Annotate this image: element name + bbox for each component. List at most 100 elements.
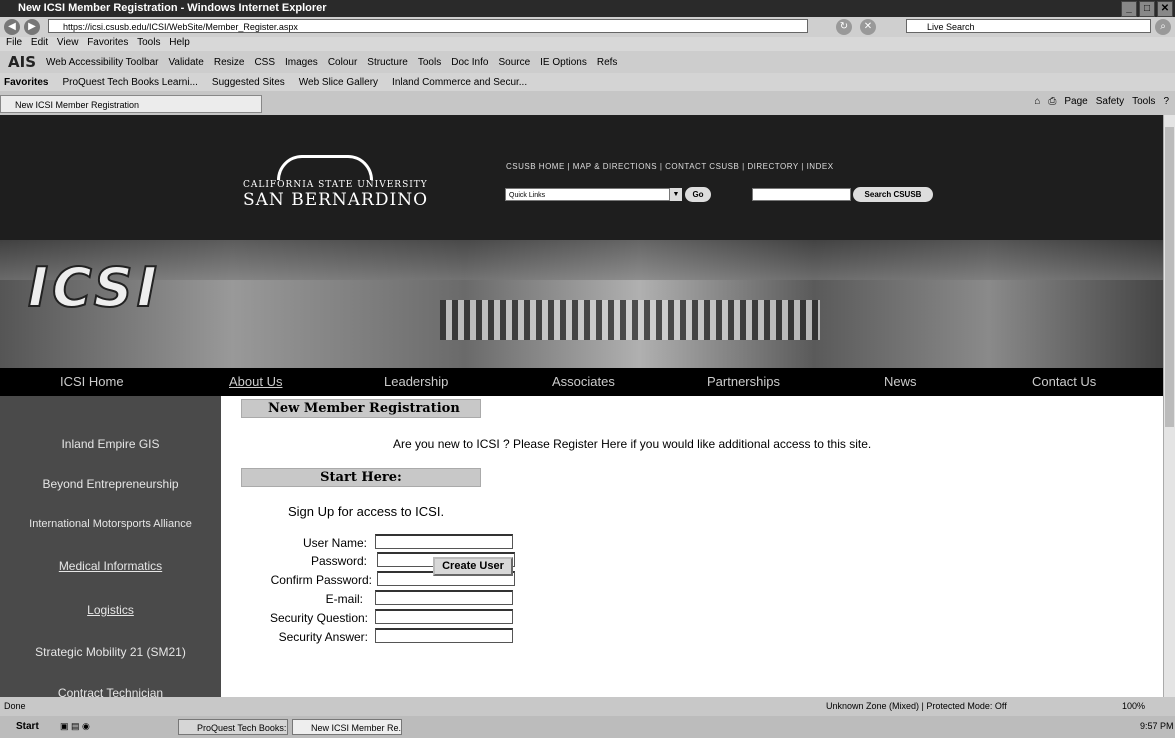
security-answer-input[interactable] xyxy=(375,628,513,643)
create-user-button[interactable]: Create User xyxy=(433,557,513,576)
sidebar-item-logistics[interactable]: Logistics xyxy=(0,603,221,617)
favorites-button[interactable]: Favorites xyxy=(4,77,48,88)
quick-links-select[interactable]: Quick Links xyxy=(505,188,670,201)
forward-icon[interactable]: ▶ xyxy=(24,19,40,35)
status-text: Done xyxy=(4,701,26,711)
favorites-bar: Favorites ProQuest Tech Books Learni... … xyxy=(0,73,1175,91)
taskbar: Start ▣ ▤ ◉ ProQuest Tech Books: Le... N… xyxy=(0,716,1175,738)
sidebar-item-motorsports-alliance[interactable]: International Motorsports Alliance xyxy=(0,518,221,530)
security-question-label: Security Question: xyxy=(269,611,368,625)
scrollbar-thumb[interactable] xyxy=(1165,127,1174,427)
toolbar-resize[interactable]: Resize xyxy=(214,57,245,68)
toolbar-tools[interactable]: Tools xyxy=(418,57,441,68)
toolbar-doc-info[interactable]: Doc Info xyxy=(451,57,488,68)
command-bar: ⌂ ⎙ Page Safety Tools ? xyxy=(1034,96,1169,107)
hero-building xyxy=(440,300,820,340)
email-label: E-mail: xyxy=(325,592,363,606)
sidebar-item-beyond-entrepreneurship[interactable]: Beyond Entrepreneurship xyxy=(0,477,221,491)
tab-row: New ICSI Member Registration ⌂ ⎙ Page Sa… xyxy=(0,91,1175,115)
logo-line2: SAN BERNARDINO xyxy=(243,190,429,210)
security-question-input[interactable] xyxy=(375,609,513,624)
hero-image: ICSI xyxy=(0,240,1163,368)
nav-leadership[interactable]: Leadership xyxy=(384,374,448,389)
menu-edit[interactable]: Edit xyxy=(31,37,48,48)
menu-file[interactable]: File xyxy=(6,37,22,48)
favorite-link[interactable]: Web Slice Gallery xyxy=(299,77,378,88)
address-row: ◀ ▶ https://icsi.csusb.edu/ICSI/WebSite/… xyxy=(0,17,1175,37)
status-bar: Done Unknown Zone (Mixed) | Protected Mo… xyxy=(0,697,1175,716)
confirm-password-label: Confirm Password: xyxy=(270,573,372,587)
menu-bar: File Edit View Favorites Tools Help xyxy=(0,37,1175,51)
csusb-logo[interactable]: CALIFORNIA STATE UNIVERSITY SAN BERNARDI… xyxy=(243,155,428,210)
top-links[interactable]: CSUSB HOME | MAP & DIRECTIONS | CONTACT … xyxy=(506,162,834,171)
toolbar-css[interactable]: CSS xyxy=(254,57,275,68)
nav-contact-us[interactable]: Contact Us xyxy=(1032,374,1096,389)
security-answer-label: Security Answer: xyxy=(278,630,368,644)
menu-tools[interactable]: Tools xyxy=(137,37,160,48)
nav-news[interactable]: News xyxy=(884,374,917,389)
sidebar-item-contract-technician[interactable]: Contract Technician xyxy=(0,686,221,697)
command-safety[interactable]: Safety xyxy=(1096,96,1124,107)
user-name-input[interactable] xyxy=(375,534,513,549)
refresh-icon[interactable]: ↻ xyxy=(836,19,852,35)
sidebar-item-inland-empire-gis[interactable]: Inland Empire GIS xyxy=(0,437,221,451)
help-icon[interactable]: ? xyxy=(1163,96,1169,107)
quick-launch-icon[interactable]: ▣ ▤ ◉ xyxy=(60,721,90,732)
command-page[interactable]: Page xyxy=(1064,96,1087,107)
nav-partnerships[interactable]: Partnerships xyxy=(707,374,780,389)
logo-line1: CALIFORNIA STATE UNIVERSITY xyxy=(243,180,428,190)
menu-favorites[interactable]: Favorites xyxy=(87,37,128,48)
accessibility-toolbar: AIS Web Accessibility Toolbar Validate R… xyxy=(0,51,1175,73)
toolbar-validate[interactable]: Validate xyxy=(168,57,203,68)
zoom-level[interactable]: 100% xyxy=(1122,701,1145,711)
sidebar: Inland Empire GIS Beyond Entrepreneurshi… xyxy=(0,396,221,697)
clock: 9:57 PM xyxy=(1140,721,1174,731)
nav-associates[interactable]: Associates xyxy=(552,374,615,389)
ais-logo-icon: AIS xyxy=(8,53,36,71)
main-nav: ICSI Home About Us Leadership Associates… xyxy=(0,368,1163,396)
menu-help[interactable]: Help xyxy=(169,37,190,48)
nav-about-us[interactable]: About Us xyxy=(229,374,282,389)
home-icon[interactable]: ⌂ xyxy=(1034,96,1040,107)
search-csusb-button[interactable]: Search CSUSB xyxy=(853,187,933,202)
toolbar-refs[interactable]: Refs xyxy=(597,57,618,68)
site-banner: CALIFORNIA STATE UNIVERSITY SAN BERNARDI… xyxy=(0,115,1163,240)
favorite-link[interactable]: ProQuest Tech Books Learni... xyxy=(62,77,197,88)
go-button[interactable]: Go xyxy=(685,187,711,202)
chevron-down-icon[interactable]: ▼ xyxy=(670,188,682,201)
start-button[interactable]: Start xyxy=(2,719,52,735)
email-input[interactable] xyxy=(375,590,513,605)
address-bar[interactable]: https://icsi.csusb.edu/ICSI/WebSite/Memb… xyxy=(48,19,808,33)
print-icon[interactable]: ⎙ xyxy=(1048,96,1056,107)
page-viewport: CALIFORNIA STATE UNIVERSITY SAN BERNARDI… xyxy=(0,115,1163,697)
maximize-icon[interactable]: □ xyxy=(1139,1,1155,17)
security-zone[interactable]: Unknown Zone (Mixed) | Protected Mode: O… xyxy=(826,701,1007,711)
toolbar-ie-options[interactable]: IE Options xyxy=(540,57,587,68)
minimize-icon[interactable]: _ xyxy=(1121,1,1137,17)
site-search-input[interactable] xyxy=(752,188,851,201)
toolbar-web-accessibility[interactable]: Web Accessibility Toolbar xyxy=(46,57,158,68)
toolbar-source[interactable]: Source xyxy=(498,57,530,68)
sidebar-item-sm21[interactable]: Strategic Mobility 21 (SM21) xyxy=(0,645,221,659)
browser-search-input[interactable]: Live Search xyxy=(906,19,1151,33)
search-icon[interactable]: ⌕ xyxy=(1155,19,1171,35)
favorite-link[interactable]: Inland Commerce and Secur... xyxy=(392,77,527,88)
toolbar-images[interactable]: Images xyxy=(285,57,318,68)
hero-sky xyxy=(0,240,1163,280)
toolbar-structure[interactable]: Structure xyxy=(367,57,408,68)
favorite-link[interactable]: Suggested Sites xyxy=(212,77,285,88)
command-tools[interactable]: Tools xyxy=(1132,96,1155,107)
taskbar-item-proquest[interactable]: ProQuest Tech Books: Le... xyxy=(178,719,288,735)
tab-current[interactable]: New ICSI Member Registration xyxy=(0,95,262,113)
toolbar-colour[interactable]: Colour xyxy=(328,57,357,68)
intro-text: Are you new to ICSI ? Please Register He… xyxy=(393,437,872,451)
taskbar-item-icsi[interactable]: New ICSI Member Re... xyxy=(292,719,402,735)
nav-icsi-home[interactable]: ICSI Home xyxy=(60,374,124,389)
close-icon[interactable]: ✕ xyxy=(1157,1,1173,17)
vertical-scrollbar[interactable] xyxy=(1163,115,1175,697)
stop-icon[interactable]: ✕ xyxy=(860,19,876,35)
sidebar-item-medical-informatics[interactable]: Medical Informatics xyxy=(0,559,221,573)
menu-view[interactable]: View xyxy=(57,37,79,48)
window-title: New ICSI Member Registration - Windows I… xyxy=(18,2,327,14)
back-icon[interactable]: ◀ xyxy=(4,19,20,35)
